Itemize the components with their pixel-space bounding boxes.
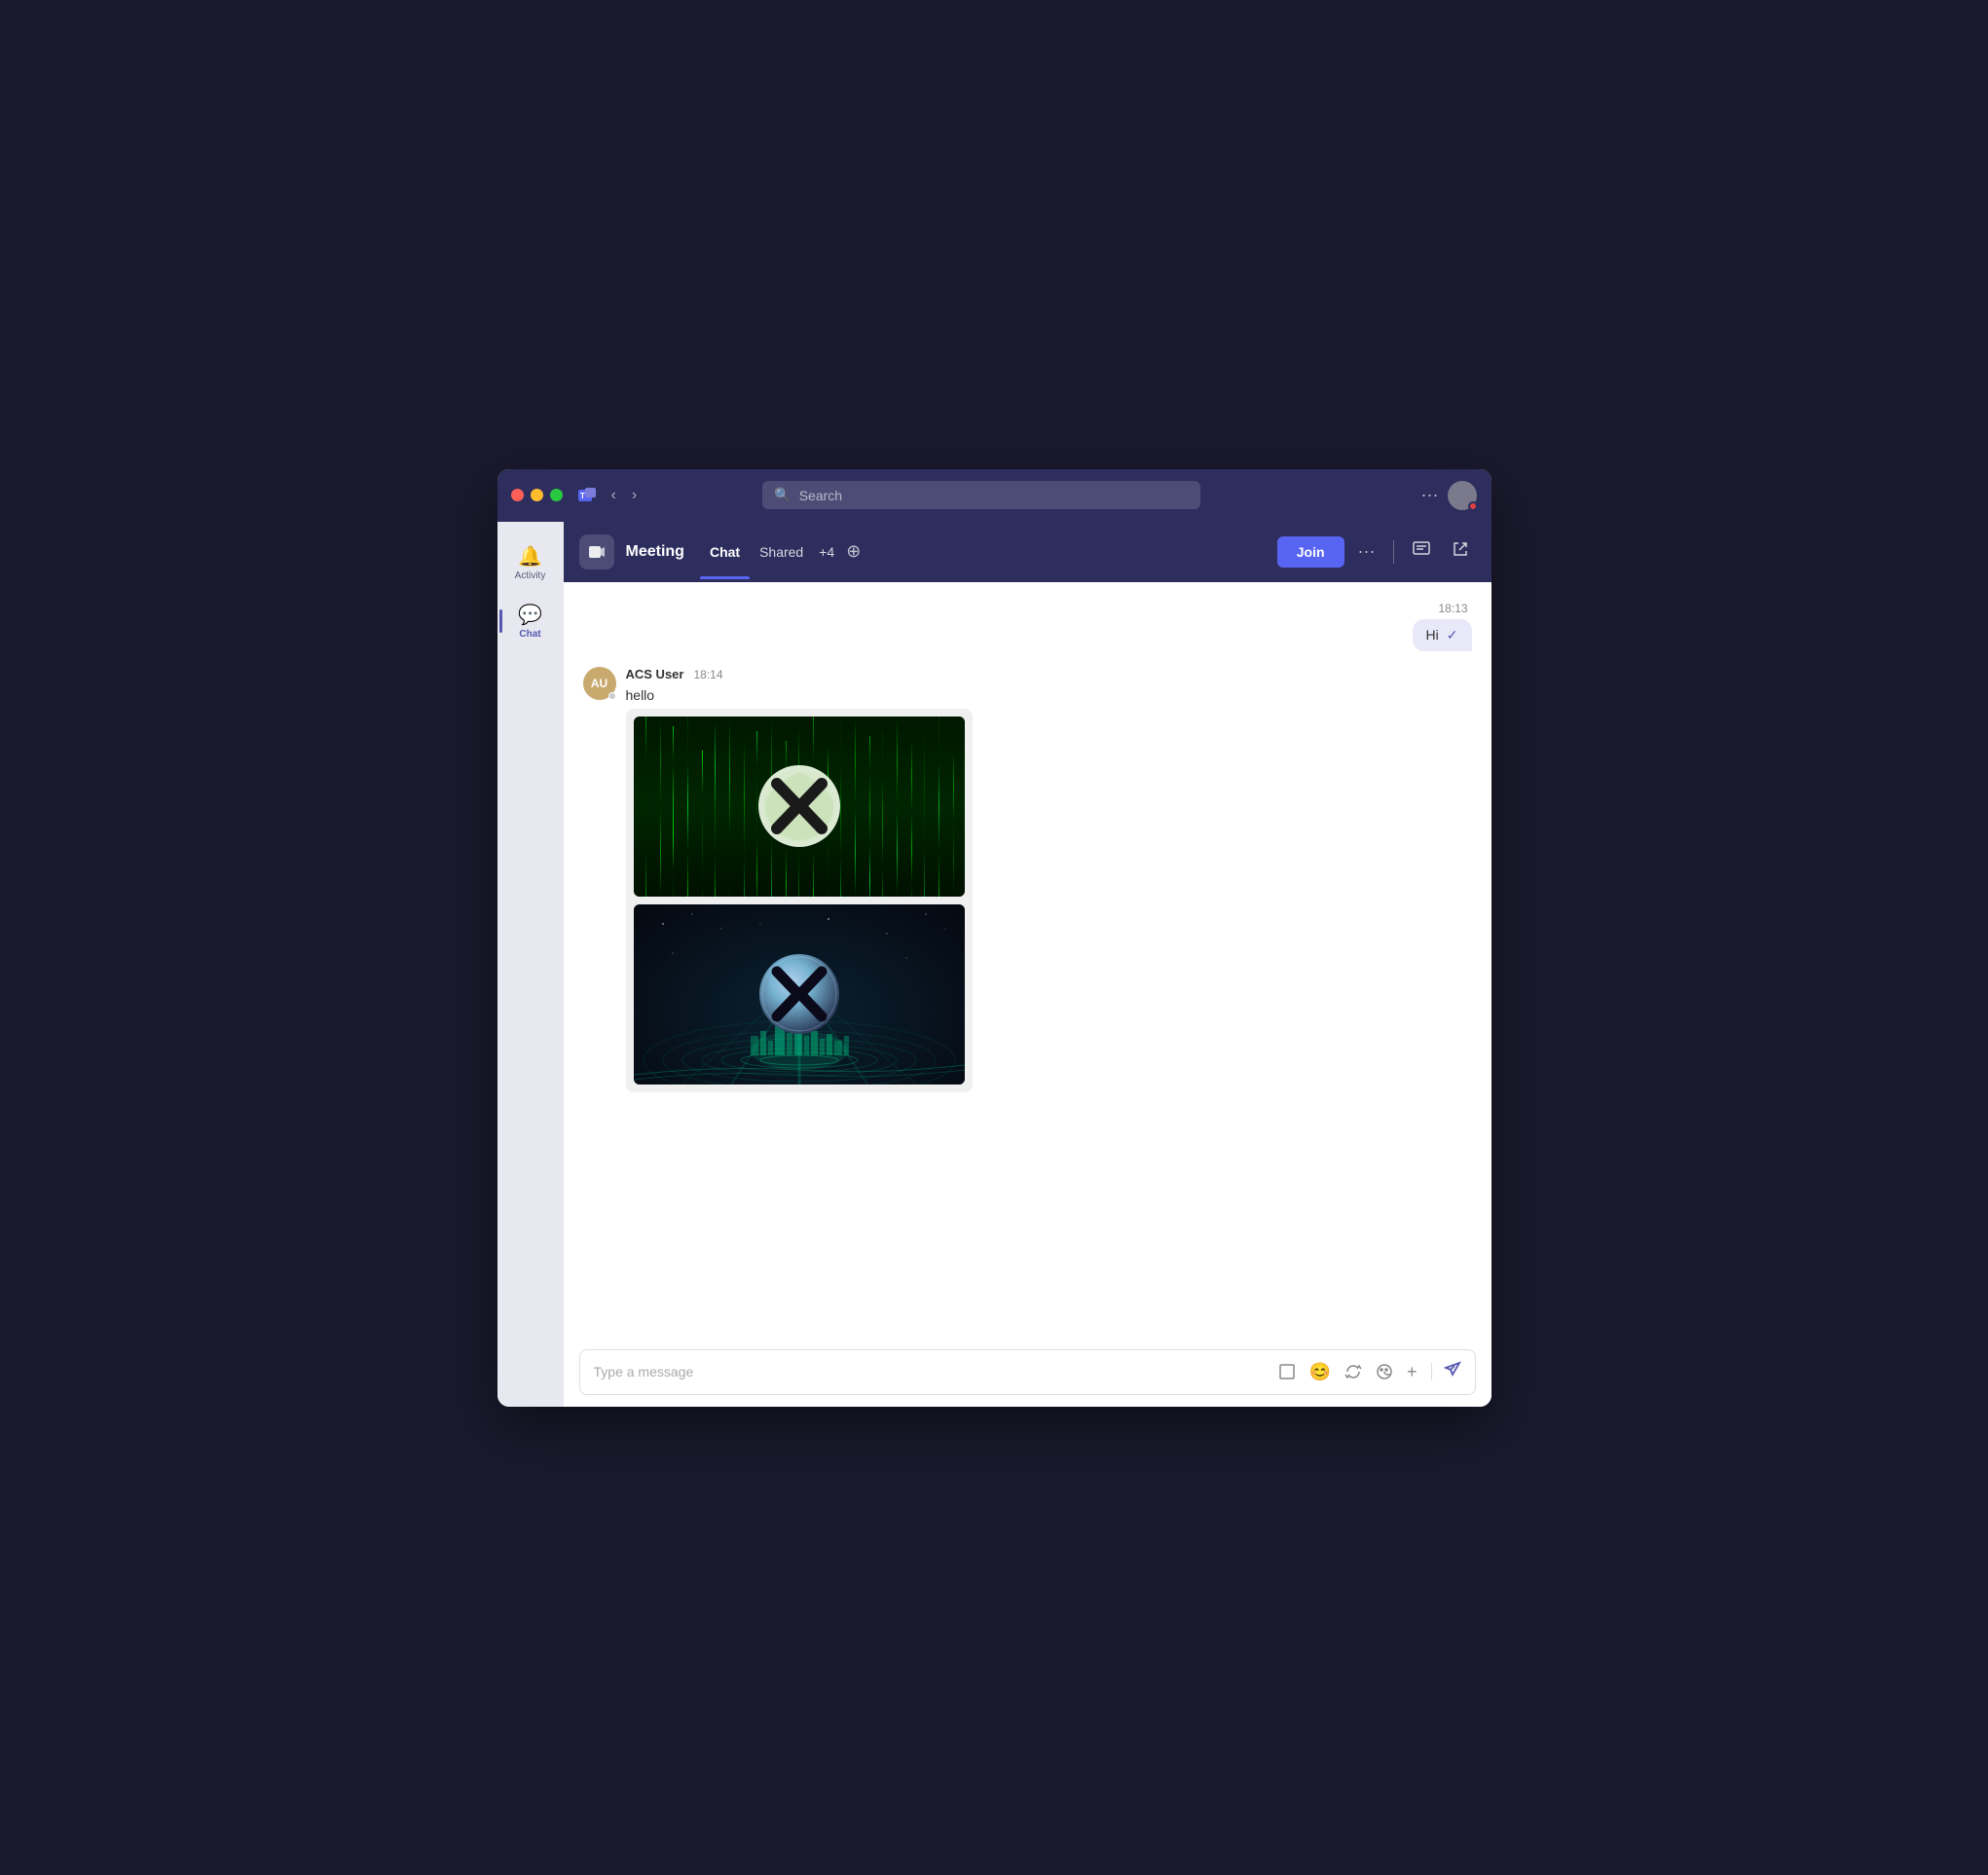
message-delivered-icon: ✓ [1447,627,1458,643]
svg-text:T: T [580,492,585,500]
message-input-box[interactable]: 😊 [579,1349,1476,1395]
title-bar: T ‹ › 🔍 ··· [497,469,1491,522]
search-input[interactable] [799,488,1190,503]
send-button[interactable] [1444,1361,1461,1383]
notification-badge [1468,501,1478,511]
message-meta: ACS User 18:14 [626,667,973,681]
my-message-bubble: Hi ✓ [1413,619,1472,651]
other-message-group: AU ACS User 18:14 hello [583,667,1472,1092]
header-divider [1393,540,1394,564]
title-bar-right: ··· [1420,481,1477,510]
tab-chat[interactable]: Chat [700,540,750,564]
back-button[interactable]: ‹ [606,485,622,506]
chat-panel: Meeting Chat Shared +4 ⊕ Join ··· [564,522,1491,1407]
whiteboard-icon[interactable] [1406,535,1437,568]
sender-name: ACS User [626,667,684,681]
sidebar: 🔔 Activity 💬 Chat [497,522,564,1407]
sidebar-item-chat[interactable]: 💬 Chat [503,594,558,648]
sidebar-label-chat: Chat [519,629,540,640]
xbox-logo-2 [634,904,965,1085]
header-more-button[interactable]: ··· [1352,537,1381,566]
sidebar-item-activity[interactable]: 🔔 Activity [503,535,558,590]
input-actions: 😊 [1276,1360,1461,1384]
header-right: Join ··· [1277,535,1476,568]
close-button[interactable] [511,489,524,501]
popout-icon[interactable] [1445,535,1476,568]
nav-arrows: ‹ › [606,485,644,506]
loop-button[interactable] [1343,1361,1364,1382]
more-options-button[interactable]: ··· [1420,485,1438,505]
tab-shared[interactable]: Shared [750,540,813,564]
join-button[interactable]: Join [1277,536,1344,568]
emoji-button[interactable]: 😊 [1307,1360,1333,1384]
my-message-time: 18:13 [1438,602,1467,615]
tab-plus-count[interactable]: +4 [813,540,840,564]
sender-avatar: AU [583,667,616,700]
search-icon: 🔍 [774,487,791,503]
xbox-green-image[interactable] [634,717,965,897]
message-images [626,709,973,1092]
input-divider [1431,1363,1432,1380]
format-button[interactable] [1276,1361,1298,1382]
other-message-text: hello [626,687,973,703]
teams-logo-icon: T [576,485,598,506]
sidebar-label-activity: Activity [515,570,546,581]
my-message-group: 18:13 Hi ✓ [583,602,1472,651]
search-bar[interactable]: 🔍 [762,481,1200,509]
traffic-lights [511,489,563,501]
bell-icon: 🔔 [518,544,542,569]
main-content: 🔔 Activity 💬 Chat Meeting C [497,522,1491,1407]
message-input[interactable] [594,1364,1265,1379]
more-input-button[interactable]: + [1405,1360,1419,1384]
xbox-dark-image[interactable] [634,904,965,1085]
add-tab-button[interactable]: ⊕ [840,539,866,564]
avatar-initials: AU [591,677,607,690]
forward-button[interactable]: › [626,485,643,506]
message-input-area: 😊 [564,1338,1491,1407]
messages-area[interactable]: 18:13 Hi ✓ AU ACS User 18: [564,582,1491,1338]
sticker-button[interactable] [1374,1361,1395,1382]
minimize-button[interactable] [531,489,543,501]
avatar[interactable] [1448,481,1477,510]
chat-icon: 💬 [518,603,542,627]
message-content: ACS User 18:14 hello [626,667,973,1092]
my-message-text: Hi [1426,627,1439,643]
other-message-time: 18:14 [693,668,722,681]
maximize-button[interactable] [550,489,563,501]
app-window: T ‹ › 🔍 ··· 🔔 Activity 💬 [497,469,1491,1407]
meeting-icon [579,534,614,570]
xbox-logo-1 [634,717,965,897]
chat-header: Meeting Chat Shared +4 ⊕ Join ··· [564,522,1491,582]
header-tabs: Chat Shared +4 ⊕ [700,539,866,564]
meeting-title: Meeting [626,543,684,561]
status-dot [608,692,616,700]
